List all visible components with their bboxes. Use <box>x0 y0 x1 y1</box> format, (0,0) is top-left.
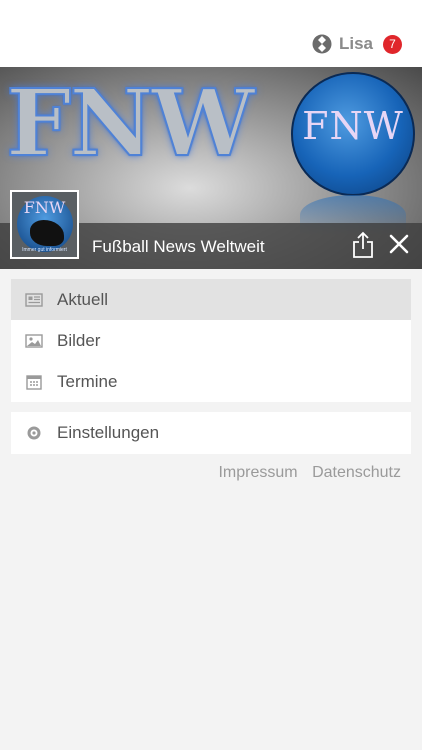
share-icon[interactable] <box>352 231 374 259</box>
main-menu: Aktuell Bilder Termine <box>11 279 411 402</box>
user-name[interactable]: Lisa <box>339 34 373 54</box>
menu-item-bilder[interactable]: Bilder <box>11 320 411 361</box>
menu-label-einstellungen: Einstellungen <box>57 423 160 442</box>
app-logo-icon <box>312 34 332 54</box>
top-bar: Lisa 7 <box>0 0 422 67</box>
banner-logo-circle: FNW <box>291 72 415 196</box>
gear-icon <box>27 426 41 440</box>
menu-label-termine: Termine <box>57 371 118 391</box>
newspaper-icon <box>25 292 43 307</box>
footer-links: Impressum Datenschutz <box>208 464 401 482</box>
banner-circle-text: FNW <box>302 104 404 148</box>
datenschutz-link[interactable]: Datenschutz <box>312 464 401 481</box>
calendar-icon <box>26 374 42 390</box>
notification-badge[interactable]: 7 <box>383 34 402 54</box>
avatar-tagline: Immer gut informiert <box>22 247 67 253</box>
menu-item-aktuell[interactable]: Aktuell <box>11 279 411 320</box>
avatar: FNW Immer gut informiert <box>10 190 79 259</box>
menu-item-termine[interactable]: Termine <box>11 361 411 402</box>
close-icon[interactable] <box>388 233 410 255</box>
user-profile[interactable]: Lisa 7 <box>312 34 402 54</box>
menu-item-einstellungen[interactable]: Einstellungen <box>11 412 411 454</box>
menu-label-bilder: Bilder <box>57 330 101 350</box>
avatar-logo-text: FNW <box>23 198 66 217</box>
image-icon <box>25 333 43 348</box>
banner-logo-text: FNW <box>5 68 256 178</box>
menu-label-aktuell: Aktuell <box>57 289 109 309</box>
page-title: Fußball News Weltweit <box>92 237 265 256</box>
impressum-link[interactable]: Impressum <box>218 464 297 481</box>
